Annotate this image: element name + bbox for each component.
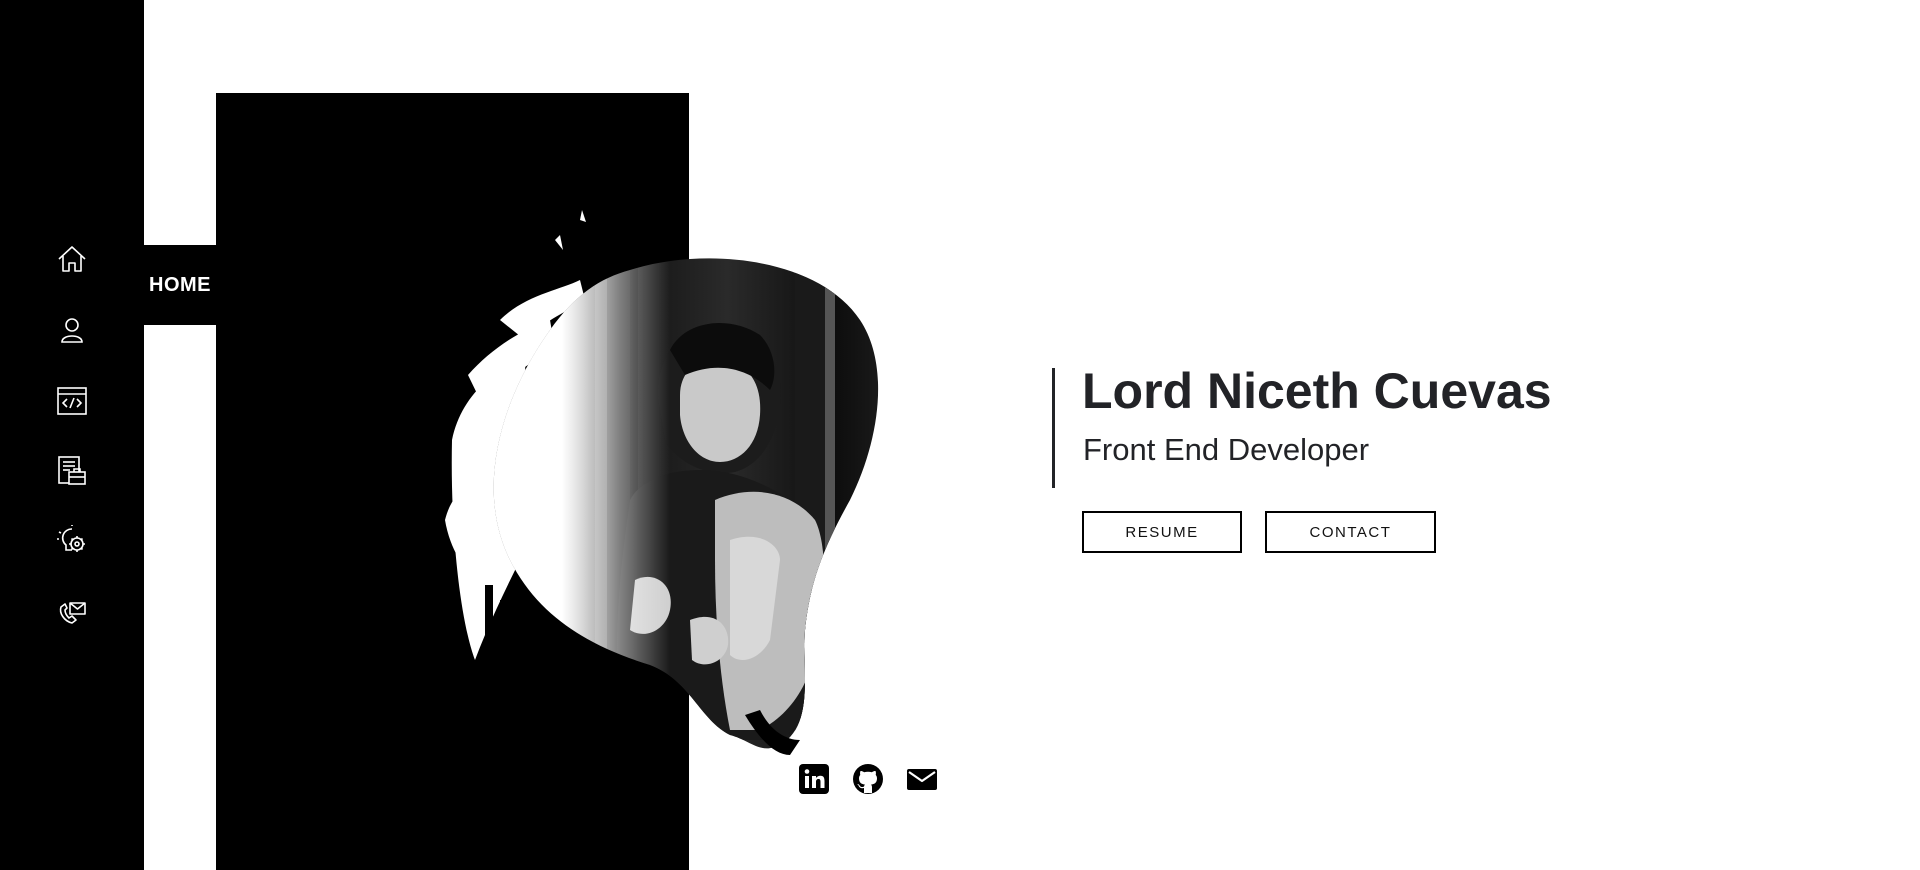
profile-portrait <box>445 200 879 755</box>
social-linkedin[interactable] <box>798 763 830 795</box>
nav-item-about[interactable] <box>55 313 89 347</box>
hero-role: Front End Developer <box>1083 432 1370 467</box>
mail-phone-icon <box>59 602 86 624</box>
nav-item-skills[interactable] <box>55 524 89 558</box>
social-links <box>798 763 938 795</box>
gear-bulb-icon <box>57 525 85 552</box>
resume-button[interactable]: RESUME <box>1082 511 1242 553</box>
social-email[interactable] <box>906 763 938 795</box>
briefcase-document-icon <box>58 456 86 485</box>
user-icon <box>61 318 83 343</box>
active-nav-label[interactable]: HOME <box>144 245 216 325</box>
linkedin-icon <box>799 764 829 794</box>
nav-item-home[interactable] <box>55 242 89 276</box>
hero-name: Lord Niceth Cuevas <box>1082 363 1552 419</box>
github-icon <box>853 764 883 794</box>
nav-item-experience[interactable] <box>55 454 89 488</box>
social-github[interactable] <box>852 763 884 795</box>
contact-button[interactable]: CONTACT <box>1265 511 1436 553</box>
sidebar-nav <box>0 0 144 870</box>
nav-item-contact[interactable] <box>55 594 89 628</box>
page: HOME Lord Niceth Cuevas Front End Develo… <box>0 0 1920 870</box>
hero-divider <box>1052 368 1055 488</box>
code-window-icon <box>57 387 87 415</box>
nav-item-projects[interactable] <box>55 384 89 418</box>
email-icon <box>907 769 937 790</box>
home-icon <box>58 246 86 272</box>
